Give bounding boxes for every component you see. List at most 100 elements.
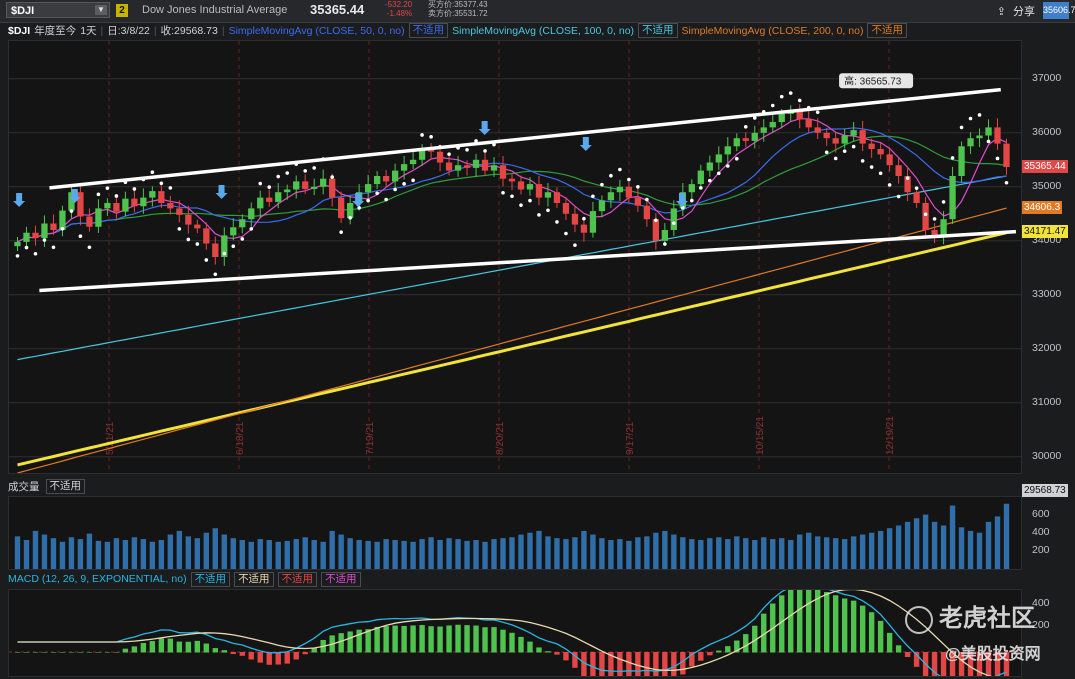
volume-bar: [707, 538, 713, 569]
share-label[interactable]: 分享: [1013, 6, 1035, 18]
legend-interval: 1天: [80, 25, 97, 37]
sar-dot: [932, 217, 937, 221]
sar-dot: [573, 243, 577, 247]
candle: [940, 211, 947, 245]
symbol-toolbar: $DJI ▼ 2 Dow Jones Industrial Average 35…: [0, 0, 1075, 23]
volume-bar: [985, 521, 992, 569]
volume-bar: [797, 534, 803, 569]
volume-chart[interactable]: [9, 497, 1021, 569]
candle-body: [607, 192, 615, 201]
volume-bar: [850, 536, 857, 569]
macd-chart[interactable]: [9, 583, 1021, 679]
macd-histogram-bar: [437, 626, 443, 653]
macd-histogram-bar: [617, 652, 623, 679]
sar-dot: [312, 166, 316, 170]
macd-histogram-bar: [212, 648, 218, 653]
candle: [859, 120, 866, 152]
candle: [427, 143, 435, 160]
candle: [257, 190, 264, 218]
volume-bar: [518, 534, 524, 569]
candle: [706, 155, 713, 177]
candle-body: [131, 198, 138, 207]
candle-body: [391, 170, 399, 182]
candle: [688, 179, 695, 202]
volume-bar: [563, 539, 569, 569]
sar-dot: [941, 200, 946, 204]
volume-panel[interactable]: [8, 496, 1022, 570]
macd-histogram-bar: [176, 641, 183, 653]
macd-histogram-bar: [302, 652, 308, 655]
candle-body: [239, 219, 246, 228]
candle-body: [104, 203, 111, 209]
volume-bar: [239, 539, 245, 569]
candle: [787, 105, 794, 122]
candle: [14, 237, 21, 252]
price-chart[interactable]: 5/21/21 6/18/21 7/19/21 8/20/21 9/17/21 10/15…: [9, 41, 1021, 474]
sar-dot: [366, 198, 370, 203]
sar-dot: [618, 167, 622, 172]
volume-bar: [167, 534, 174, 569]
sar-dot: [510, 194, 514, 199]
legend-sma200[interactable]: SimpleMovingAvg (CLOSE, 200, 0, no): [682, 25, 864, 37]
candle: [364, 174, 372, 202]
legend-date: 日:3/8/22: [107, 25, 150, 37]
candle-body: [742, 138, 749, 141]
macd-panel[interactable]: [8, 583, 1022, 679]
sar-dot: [815, 110, 820, 115]
macd-histogram-bar: [41, 652, 48, 653]
macd-histogram-bar: [868, 612, 875, 653]
candle-body: [158, 191, 165, 203]
chevron-down-icon[interactable]: ▼: [95, 5, 107, 15]
candle: [841, 128, 848, 149]
sar-dot: [609, 173, 613, 178]
candle-body: [985, 127, 992, 136]
sar-dot: [977, 113, 982, 117]
bid-ask: 买方价:35377.43 卖方价:35531.72: [428, 0, 488, 18]
legend-sma100[interactable]: SimpleMovingAvg (CLOSE, 100, 0, no): [452, 25, 634, 37]
candle: [508, 173, 516, 191]
volume-bar: [788, 539, 794, 569]
candle: [742, 132, 749, 148]
sar-dot: [582, 216, 586, 221]
candle-body: [859, 130, 866, 144]
legend-sma50[interactable]: SimpleMovingAvg (CLOSE, 50, 0, no): [229, 25, 405, 37]
volume-bar: [212, 528, 218, 569]
volume-bar: [59, 541, 66, 569]
price-marker-label: 34606.3: [1022, 201, 1063, 215]
sar-dot: [690, 198, 694, 203]
link-group-badge[interactable]: 2: [116, 4, 128, 17]
sar-dot: [150, 170, 155, 175]
volume-bar: [644, 536, 650, 569]
share-icon[interactable]: ⇪: [997, 6, 1006, 18]
sar-dot: [285, 171, 290, 175]
macd-histogram-bar: [886, 632, 893, 653]
macd-title[interactable]: MACD (12, 26, 9, EXPONENTIAL, no): [8, 573, 187, 585]
macd-histogram-bar: [410, 625, 416, 653]
sar-dot: [528, 198, 532, 203]
sar-dot: [645, 197, 649, 202]
candle-body: [796, 111, 803, 120]
volume-value: 不适用: [45, 478, 85, 494]
share-control[interactable]: ⇪ 分享: [993, 3, 1035, 19]
candle-body: [931, 230, 938, 236]
candle-body: [436, 151, 444, 163]
date-label: 7/19/21: [365, 421, 376, 455]
sar-dot: [878, 171, 883, 176]
symbol-text: $DJI: [11, 5, 35, 17]
candle-body: [571, 213, 579, 225]
candle: [895, 157, 902, 184]
candle: [59, 205, 66, 237]
study-legend: $DJI 年度至今 1天 | 日:3/8/22 | 收:29568.73 | S…: [8, 22, 911, 39]
volume-bar: [140, 539, 147, 569]
macd-histogram-bar: [473, 625, 479, 653]
macd-histogram-bar: [401, 625, 407, 653]
macd-histogram-bar: [230, 652, 236, 655]
candle-body: [949, 176, 956, 220]
price-axis[interactable]: 30000 31000 32000 33000 34000 35000 36000 37000…: [1022, 40, 1075, 675]
price-chart-panel[interactable]: 5/21/21 6/18/21 7/19/21 8/20/21 9/17/21 10/15…: [8, 40, 1022, 474]
symbol-selector[interactable]: $DJI ▼: [6, 2, 110, 18]
macd-histogram-bar: [338, 633, 344, 653]
candle-body: [769, 122, 776, 128]
price-marker-label: 34171.47: [1022, 224, 1068, 238]
date-label: 6/18/21: [235, 421, 246, 455]
